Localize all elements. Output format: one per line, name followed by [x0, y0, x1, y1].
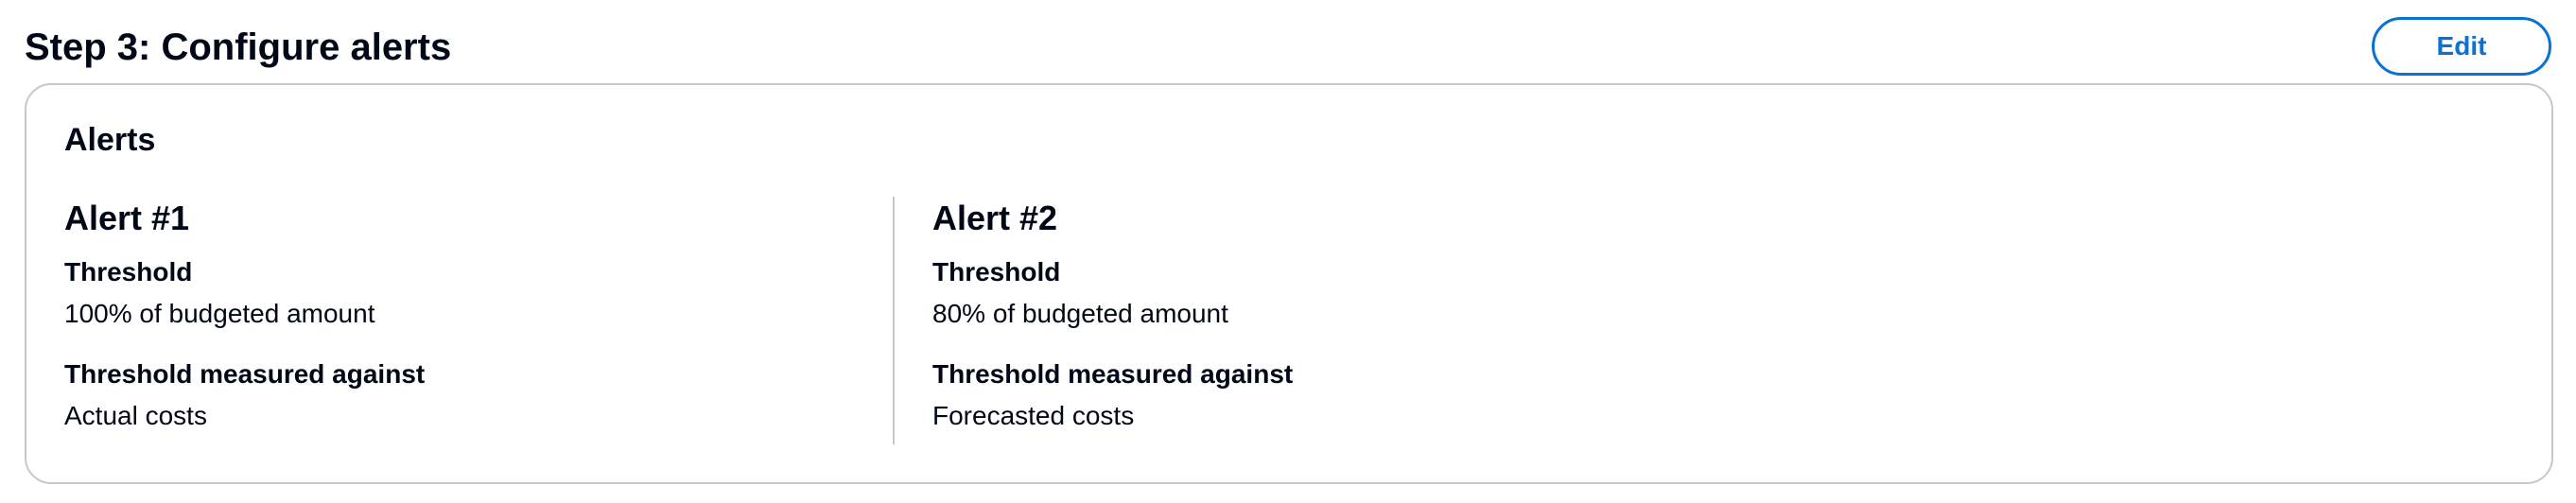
threshold-value: 80% of budgeted amount [932, 299, 1228, 328]
measured-against-label: Threshold measured against [932, 359, 1294, 389]
card-title: Alerts [64, 122, 156, 158]
alert-title: Alert #1 [64, 199, 190, 237]
alert-title: Alert #2 [932, 199, 1058, 237]
edit-button[interactable]: Edit [2372, 17, 2551, 76]
measured-against-value: Forecasted costs [932, 401, 1135, 430]
threshold-label: Threshold [64, 257, 193, 286]
threshold-value: 100% of budgeted amount [64, 299, 375, 328]
alerts-card: Alerts Alert #1 Threshold 100% of budget… [25, 83, 2553, 484]
step-header: Step 3: Configure alerts Edit [25, 17, 2551, 78]
measured-against-label: Threshold measured against [64, 359, 426, 389]
step-title: Step 3: Configure alerts [25, 26, 452, 68]
alerts-columns: Alert #1 Threshold 100% of budgeted amou… [64, 197, 2514, 452]
threshold-label: Threshold [932, 257, 1061, 286]
measured-against-value: Actual costs [64, 401, 207, 430]
column-divider [893, 197, 895, 444]
alert-column-1: Alert #1 Threshold 100% of budgeted amou… [64, 197, 866, 452]
alert-column-2: Alert #2 Threshold 80% of budgeted amoun… [932, 197, 2445, 452]
